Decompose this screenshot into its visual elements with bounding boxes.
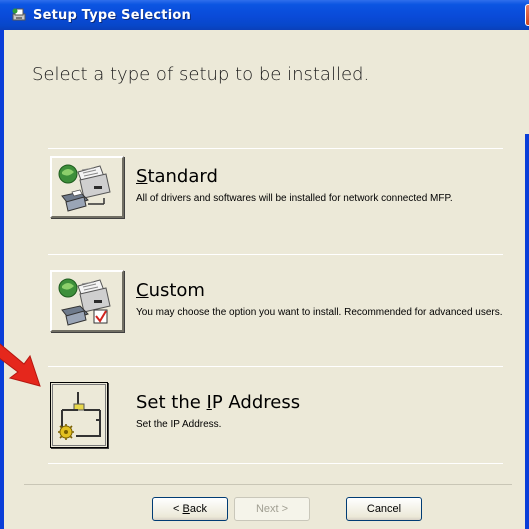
pointer-arrow-icon [0, 343, 41, 387]
set-ip-address-title: Set the IP Address [136, 392, 301, 413]
standard-description: All of drivers and softwares will be ins… [136, 193, 453, 204]
option-set-ip-address[interactable]: Set the IP Address Set the IP Address. [48, 382, 508, 464]
divider [48, 463, 503, 464]
footer-divider [24, 484, 512, 485]
header-panel: Select a type of setup to be installed. [4, 30, 529, 134]
standard-button[interactable] [50, 156, 124, 218]
custom-title: Custom [136, 280, 205, 301]
divider [48, 148, 503, 149]
divider [48, 254, 503, 255]
printer-custom-icon [58, 276, 116, 333]
option-custom[interactable]: Custom You may choose the option you wan… [48, 270, 508, 352]
next-button[interactable]: Next > [234, 497, 310, 521]
close-button[interactable]: X [525, 4, 529, 26]
set-ip-address-button[interactable] [50, 382, 108, 448]
back-button[interactable]: < Back [152, 497, 228, 521]
instruction-text: Select a type of setup to be installed. [32, 64, 370, 85]
custom-button[interactable] [50, 270, 124, 332]
divider [48, 366, 503, 367]
cancel-button[interactable]: Cancel [346, 497, 422, 521]
window-title: Setup Type Selection [33, 7, 191, 23]
option-standard[interactable]: Standard All of drivers and softwares wi… [48, 156, 508, 238]
setup-app-icon [11, 7, 27, 23]
printer-network-icon [58, 162, 116, 219]
setup-window: Setup Type Selection X Select a type of … [0, 0, 529, 529]
standard-title: Standard [136, 166, 218, 187]
title-bar[interactable]: Setup Type Selection X [0, 0, 529, 30]
set-ip-address-description: Set the IP Address. [136, 419, 222, 430]
custom-description: You may choose the option you want to in… [136, 307, 503, 318]
network-gear-icon [56, 388, 104, 447]
